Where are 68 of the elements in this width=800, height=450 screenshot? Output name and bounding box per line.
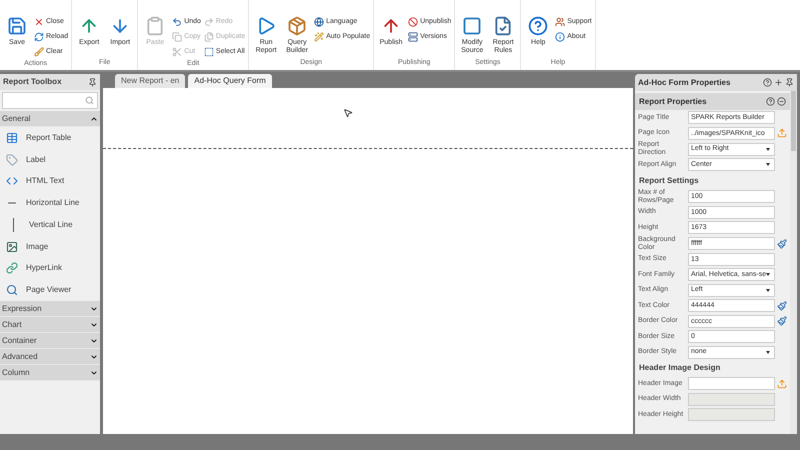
- toolbox-item[interactable]: HTML Text: [0, 170, 100, 192]
- paintbrush-icon[interactable]: [777, 300, 787, 311]
- plus-icon[interactable]: [774, 78, 783, 87]
- mouse-pointer-icon: [343, 108, 353, 118]
- dropdown-arrow-icon: [766, 288, 770, 292]
- dropdown-arrow-icon: [766, 163, 770, 166]
- tag-icon: [6, 154, 18, 166]
- toolbox-item[interactable]: HyperLink: [0, 258, 100, 280]
- vertical-line-icon: [13, 218, 14, 232]
- dropdown-arrow-icon: [766, 350, 770, 354]
- info-icon: [555, 32, 566, 42]
- image-icon: [6, 240, 18, 253]
- globe-icon: [314, 16, 324, 26]
- redo-icon: [204, 16, 214, 26]
- section-heading: Report Settings: [638, 174, 700, 187]
- clipboard-icon: [145, 16, 166, 36]
- server-icon: [408, 32, 418, 42]
- paintbrush-icon[interactable]: [777, 238, 787, 248]
- ban-icon: [408, 16, 418, 26]
- toolbox-item[interactable]: Vertical Line: [0, 214, 100, 236]
- code-icon: [6, 175, 18, 188]
- input-field[interactable]: [688, 377, 775, 390]
- pin-icon[interactable]: [88, 78, 97, 86]
- dropdown-arrow-icon: [766, 148, 770, 150]
- toolbox-item[interactable]: Label: [0, 148, 100, 170]
- toolbox-item[interactable]: Horizontal Line: [0, 192, 100, 214]
- help-icon: [528, 16, 548, 36]
- panel-title: Ad-Hoc Form Properties: [638, 76, 730, 88]
- category-header[interactable]: General: [0, 111, 100, 127]
- category-header[interactable]: Column: [0, 365, 100, 381]
- section-title: Report Properties: [639, 96, 707, 108]
- document-tab[interactable]: New Report - en: [115, 74, 186, 88]
- refresh-icon: [34, 32, 44, 42]
- files-icon: [204, 32, 214, 42]
- magnifier-icon: [6, 284, 18, 296]
- category-header[interactable]: Expression: [0, 301, 100, 317]
- section-heading: Header Image Design: [638, 362, 722, 374]
- search-field[interactable]: [2, 92, 98, 109]
- close-icon: [34, 16, 44, 26]
- wand-icon: [314, 32, 324, 42]
- brush-icon: [34, 46, 44, 56]
- copy-icon: [172, 32, 182, 42]
- square-icon: [462, 16, 482, 36]
- scrollbar[interactable]: [790, 91, 797, 434]
- package-icon: [287, 16, 308, 36]
- undo-icon: [172, 16, 182, 26]
- toolbox-item[interactable]: Report Table: [0, 127, 100, 149]
- document-tab[interactable]: Ad-Hoc Query Form: [188, 74, 272, 88]
- help-icon[interactable]: [766, 97, 775, 106]
- toolbox-item[interactable]: Image: [0, 236, 100, 258]
- dropdown-arrow-icon: [766, 273, 770, 276]
- help-icon[interactable]: [763, 78, 772, 87]
- search-icon: [85, 96, 94, 105]
- collapse-icon: [90, 114, 98, 122]
- document-check-icon: [493, 16, 514, 36]
- select-all-icon: [204, 46, 214, 56]
- paintbrush-icon[interactable]: [777, 316, 787, 326]
- pin-icon[interactable]: [785, 78, 794, 87]
- category-header[interactable]: Chart: [0, 317, 100, 333]
- toolbox-item[interactable]: Page Viewer: [0, 279, 100, 301]
- scissors-icon: [172, 46, 182, 56]
- users-icon: [555, 16, 566, 26]
- panel-title: Report Toolbox: [3, 76, 62, 88]
- link-icon: [6, 262, 18, 274]
- category-header[interactable]: Container: [0, 333, 100, 349]
- category-header[interactable]: Advanced: [0, 349, 100, 365]
- collapse-icon[interactable]: [777, 97, 786, 106]
- table-icon: [6, 132, 18, 144]
